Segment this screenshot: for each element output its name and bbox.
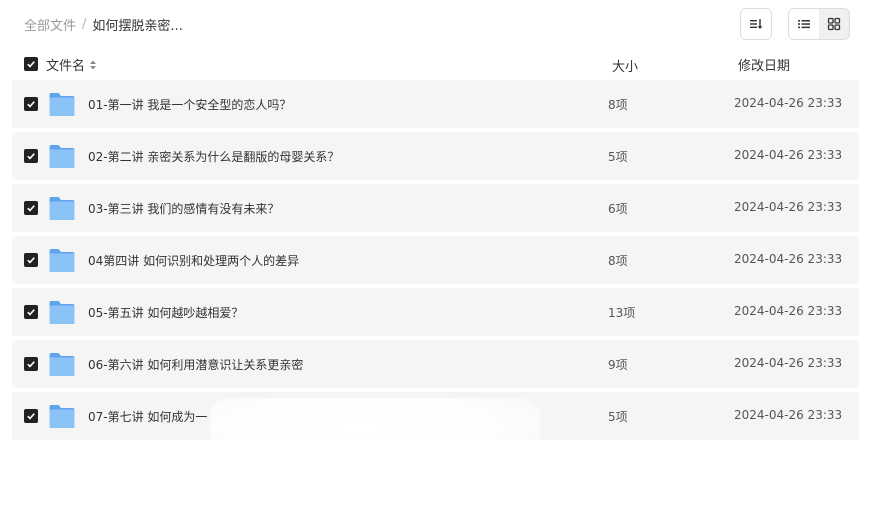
- row-checkbox[interactable]: [24, 97, 38, 111]
- select-all-checkbox[interactable]: [24, 57, 38, 71]
- breadcrumb: 全部文件 / 如何摆脱亲密...: [24, 15, 183, 34]
- file-size: 8项: [608, 98, 628, 112]
- file-date: 2024-04-26 23:33: [734, 304, 843, 318]
- file-size: 5项: [608, 150, 628, 164]
- folder-icon: [49, 145, 75, 168]
- file-size: 8项: [608, 254, 628, 268]
- list-view-button[interactable]: [789, 9, 819, 39]
- file-date: 2024-04-26 23:33: [734, 200, 843, 214]
- name-column-label: 文件名: [46, 59, 86, 74]
- folder-icon: [49, 197, 75, 220]
- list-view-icon: [798, 20, 810, 29]
- table-row[interactable]: 03-第三讲 我们的感情有没有未来？ 6项 2024-04-26 23:33: [12, 184, 859, 232]
- table-row[interactable]: 01-第一讲 我是一个安全型的恋人吗？ 8项 2024-04-26 23:33: [12, 80, 859, 128]
- check-icon: [27, 101, 35, 108]
- size-column-header[interactable]: 大小: [612, 56, 638, 75]
- table-header: 文件名 大小 修改日期: [12, 52, 859, 76]
- breadcrumb-root[interactable]: 全部文件: [24, 15, 76, 34]
- file-size: 6项: [608, 202, 628, 216]
- file-name[interactable]: 01-第一讲 我是一个安全型的恋人吗？: [88, 96, 291, 113]
- sort-button[interactable]: [740, 8, 772, 40]
- folder-icon: [49, 353, 75, 376]
- folder-icon: [49, 301, 75, 324]
- row-checkbox[interactable]: [24, 201, 38, 215]
- redaction-blur: [210, 398, 540, 470]
- table-row[interactable]: 05-第五讲 如何越吵越相爱？ 13项 2024-04-26 23:33: [12, 288, 859, 336]
- check-icon: [27, 205, 35, 212]
- file-name[interactable]: 05-第五讲 如何越吵越相爱？: [88, 304, 243, 321]
- sort-descending-icon: [750, 19, 763, 29]
- check-icon: [27, 257, 35, 264]
- table-row[interactable]: 06-第六讲 如何利用潜意识让关系更亲密 9项 2024-04-26 23:33: [12, 340, 859, 388]
- check-icon: [27, 61, 35, 68]
- check-icon: [27, 413, 35, 420]
- file-name[interactable]: 04第四讲 如何识别和处理两个人的差异: [88, 252, 299, 269]
- sort-toggle-icon: [90, 60, 97, 69]
- file-date: 2024-04-26 23:33: [734, 252, 843, 266]
- folder-icon: [49, 93, 75, 116]
- file-name[interactable]: 03-第三讲 我们的感情有没有未来？: [88, 200, 279, 217]
- file-date: 2024-04-26 23:33: [734, 408, 843, 422]
- file-name[interactable]: 02-第二讲 亲密关系为什么是翻版的母婴关系？: [88, 148, 339, 165]
- breadcrumb-current: 如何摆脱亲密...: [92, 19, 183, 34]
- table-row[interactable]: 02-第二讲 亲密关系为什么是翻版的母婴关系？ 5项 2024-04-26 23:3…: [12, 132, 859, 180]
- folder-icon: [49, 405, 75, 428]
- breadcrumb-separator: /: [82, 17, 87, 32]
- file-date: 2024-04-26 23:33: [734, 96, 843, 110]
- name-column-header[interactable]: 文件名: [46, 55, 97, 74]
- row-checkbox[interactable]: [24, 253, 38, 267]
- file-name[interactable]: 06-第六讲 如何利用潜意识让关系更亲密: [88, 356, 303, 373]
- grid-view-button[interactable]: [819, 9, 849, 39]
- file-size: 9项: [608, 358, 628, 372]
- row-checkbox[interactable]: [24, 409, 38, 423]
- file-list: 01-第一讲 我是一个安全型的恋人吗？ 8项 2024-04-26 23:33 02-…: [12, 80, 859, 444]
- file-name[interactable]: 07-第七讲 如何成为一: [88, 408, 207, 425]
- date-column-header[interactable]: 修改日期: [738, 55, 790, 74]
- top-bar: 全部文件 / 如何摆脱亲密...: [0, 0, 874, 48]
- folder-icon: [49, 249, 75, 272]
- view-toggle: [788, 8, 850, 40]
- row-checkbox[interactable]: [24, 357, 38, 371]
- grid-view-icon: [827, 17, 841, 31]
- row-checkbox[interactable]: [24, 149, 38, 163]
- row-checkbox[interactable]: [24, 305, 38, 319]
- file-date: 2024-04-26 23:33: [734, 148, 843, 162]
- table-row[interactable]: 04第四讲 如何识别和处理两个人的差异 8项 2024-04-26 23:33: [12, 236, 859, 284]
- file-date: 2024-04-26 23:33: [734, 356, 843, 370]
- file-size: 13项: [608, 306, 636, 320]
- check-icon: [27, 309, 35, 316]
- check-icon: [27, 153, 35, 160]
- check-icon: [27, 361, 35, 368]
- file-size: 5项: [608, 410, 628, 424]
